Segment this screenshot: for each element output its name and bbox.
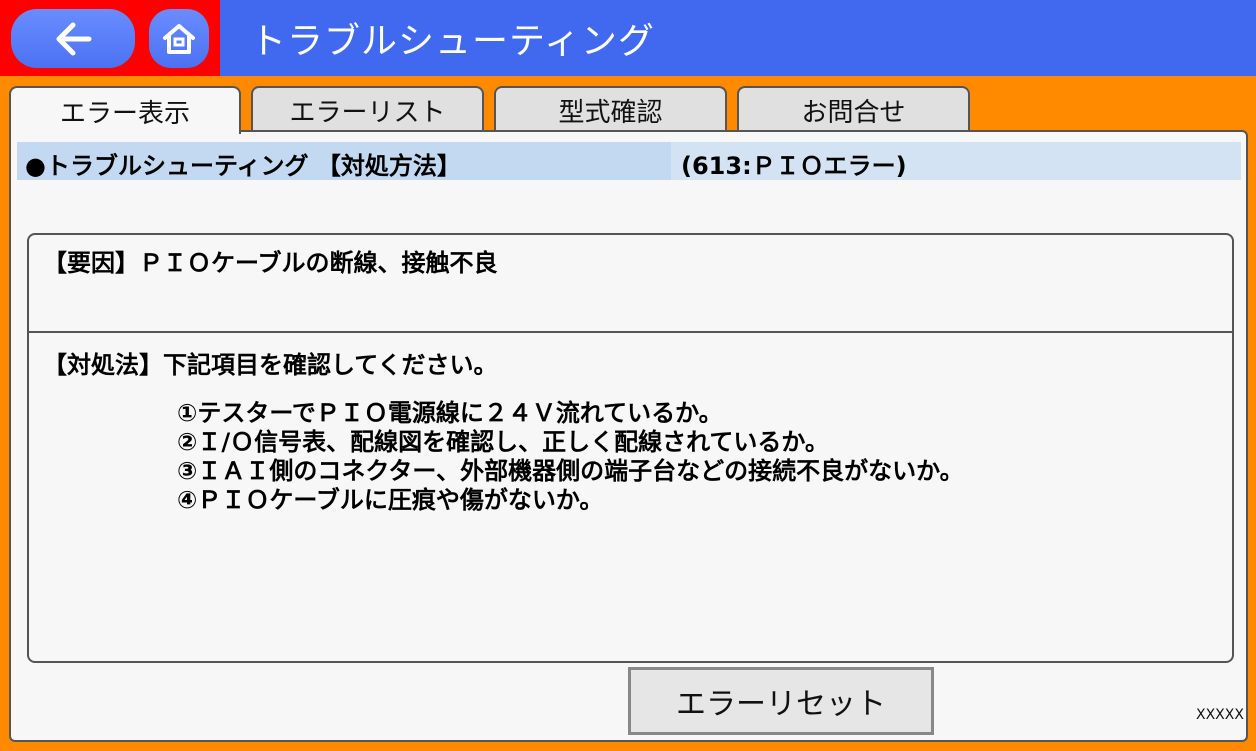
main-panel: ●トラブルシューティング 【対処方法】 (613:ＰＩＯエラー) 【要因】ＰＩＯ… (9, 130, 1248, 742)
home-button[interactable] (149, 9, 209, 68)
tab-error-display[interactable]: エラー表示 (9, 86, 241, 134)
tab-error-list[interactable]: エラーリスト (251, 86, 484, 132)
arrow-left-icon (56, 22, 92, 55)
divider (29, 331, 1232, 333)
info-bar-title: ●トラブルシューティング 【対処方法】 (25, 152, 461, 180)
step-item: ④ＰＩＯケーブルに圧痕や傷がないか。 (177, 486, 604, 514)
cause-text: 【要因】ＰＩＯケーブルの断線、接触不良 (43, 249, 498, 277)
steps-list: ①テスターでＰＩＯ電源線に２４Ｖ流れているか。 ②Ｉ/Ｏ信号表、配線図を確認し、… (177, 399, 964, 515)
error-reset-button[interactable]: エラーリセット (628, 667, 934, 735)
action-header: 【対処法】下記項目を確認してください。 (43, 351, 498, 379)
step-item: ①テスターでＰＩＯ電源線に２４Ｖ流れているか。 (177, 399, 723, 427)
step-item: ②Ｉ/Ｏ信号表、配線図を確認し、正しく配線されているか。 (177, 428, 829, 456)
step-item: ③ＩＡＩ側のコネクター、外部機器側の端子台などの接続不良がないか。 (177, 457, 964, 485)
tab-inquiry[interactable]: お問合せ (737, 86, 970, 132)
page-title: トラブルシューティング (250, 21, 655, 62)
tab-model-check[interactable]: 型式確認 (494, 86, 727, 132)
troubleshooting-box: 【要因】ＰＩＯケーブルの断線、接触不良 【対処法】下記項目を確認してください。 … (27, 233, 1234, 663)
info-bar: ●トラブルシューティング 【対処方法】 (613:ＰＩＯエラー) (17, 142, 1241, 180)
footer-code: XXXXX (1196, 707, 1244, 723)
error-code-label: (613:ＰＩＯエラー) (681, 152, 907, 180)
title-bar: トラブルシューティング (0, 0, 1256, 76)
back-button[interactable] (11, 9, 135, 68)
home-icon (163, 23, 195, 54)
